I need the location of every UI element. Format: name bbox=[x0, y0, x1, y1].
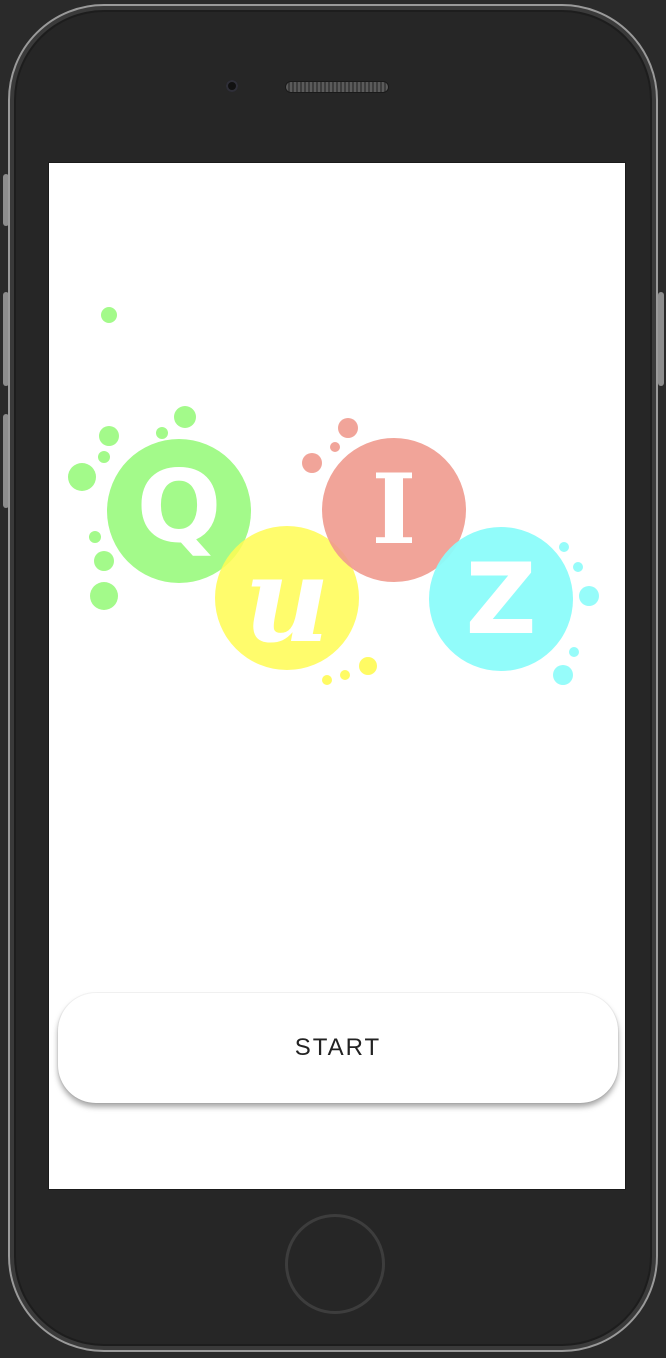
q-dot bbox=[89, 531, 101, 543]
q-dot bbox=[94, 551, 114, 571]
i-dot bbox=[330, 442, 340, 452]
home-button[interactable] bbox=[285, 1214, 385, 1314]
device-stage: Q u I Z START bbox=[0, 0, 666, 1358]
start-button[interactable]: START bbox=[58, 993, 618, 1103]
q-dot bbox=[98, 451, 110, 463]
q-dot bbox=[99, 426, 119, 446]
u-dot bbox=[322, 675, 332, 685]
power-button bbox=[658, 292, 664, 386]
start-button-label: START bbox=[294, 1034, 382, 1061]
logo-letter-i: I bbox=[372, 453, 417, 566]
z-dot bbox=[559, 542, 569, 552]
q-dot bbox=[174, 406, 196, 428]
i-dot bbox=[338, 418, 358, 438]
i-dot bbox=[302, 453, 322, 473]
logo-letter-q: Q bbox=[136, 448, 221, 565]
u-dot bbox=[340, 670, 350, 680]
z-dot bbox=[573, 562, 583, 572]
earpiece-speaker bbox=[286, 82, 388, 92]
z-dot bbox=[579, 586, 599, 606]
front-camera bbox=[226, 80, 238, 92]
logo-letter-u: u bbox=[244, 530, 330, 669]
z-dot bbox=[553, 665, 573, 685]
app-screen: Q u I Z START bbox=[48, 162, 626, 1190]
u-dot bbox=[359, 657, 377, 675]
q-dot bbox=[90, 582, 118, 610]
logo-z-bubble: Z bbox=[429, 527, 599, 685]
z-dot bbox=[569, 647, 579, 657]
q-dot bbox=[68, 463, 96, 491]
logo-letter-z: Z bbox=[465, 543, 536, 657]
q-dot bbox=[101, 307, 117, 323]
q-dot bbox=[156, 427, 168, 439]
